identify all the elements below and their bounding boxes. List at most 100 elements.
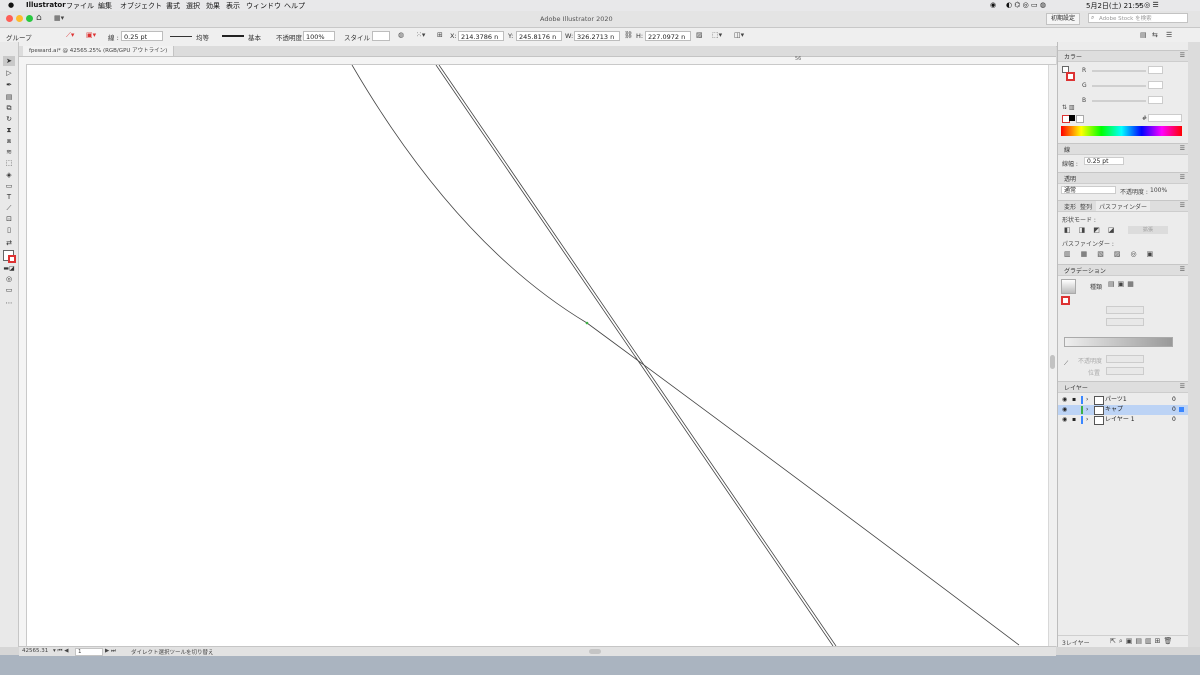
selection-tool-icon[interactable]: ➤ <box>3 56 15 66</box>
panel-menu-icon[interactable]: ☰ <box>1180 266 1185 273</box>
scale-tool-icon[interactable]: ⧈ <box>3 136 15 146</box>
gradient-panel-header[interactable]: グラデーション ☰ <box>1058 264 1189 276</box>
color-swap-icon[interactable]: ⇅ ▥ <box>1062 104 1075 111</box>
expand-chevron-icon[interactable]: › <box>1086 405 1088 415</box>
arrange-documents-icon[interactable]: ▦▾ <box>54 14 64 22</box>
pathfinder-buttons[interactable]: ▥▦▧▨◎▣ <box>1064 250 1163 258</box>
brush-definition[interactable]: 基本 <box>248 32 261 42</box>
color-mode-icon[interactable]: ▬◪ <box>3 264 15 274</box>
transparency-opacity-value[interactable]: 100% <box>1150 187 1167 194</box>
menu-help[interactable]: ヘルプ <box>284 1 305 11</box>
gradient-type-buttons[interactable]: ▤▣▦ <box>1108 280 1137 288</box>
type-tool-icon[interactable]: T <box>3 192 15 202</box>
green-slider[interactable] <box>1092 85 1146 87</box>
arrange-icon[interactable]: ◫▾ <box>734 31 744 39</box>
reference-point-icon[interactable]: ⊞ <box>437 31 443 39</box>
expand-button[interactable]: 拡張 <box>1128 226 1168 234</box>
artwork-paths[interactable] <box>27 65 1048 646</box>
swap-fill-stroke-icon[interactable]: ⇄ <box>3 238 15 248</box>
black-swatch-icon[interactable] <box>1069 115 1075 121</box>
eraser-tool-icon[interactable]: ◈ <box>3 170 15 180</box>
tab-transform[interactable]: 変形 <box>1064 202 1076 211</box>
free-transform-tool-icon[interactable]: ⬚ <box>3 158 15 168</box>
layers-panel-header[interactable]: レイヤー ☰ <box>1058 381 1189 393</box>
constrain-proportions-icon[interactable]: ⛓ <box>624 31 633 39</box>
spotlight-icon[interactable]: ⌕ ◎ ☰ <box>1138 1 1159 10</box>
color-spectrum-bar[interactable] <box>1061 126 1182 136</box>
white-swatch-icon[interactable] <box>1076 115 1084 123</box>
straight-path-b[interactable] <box>438 65 837 646</box>
gradient-stroke-icon[interactable] <box>1061 296 1070 305</box>
gradient-tool-icon[interactable]: ▤ <box>3 92 15 102</box>
workspace-switcher[interactable]: 初期設定 <box>1046 13 1081 25</box>
panel-menu-icon[interactable]: ☰ <box>1180 52 1185 59</box>
gradient-eyedropper-icon[interactable]: ⟋ <box>1064 360 1068 368</box>
rectangle-tool-icon[interactable]: ▭ <box>3 181 15 191</box>
warp-tool-icon[interactable]: ≋ <box>3 147 15 157</box>
lock-icon[interactable]: ▪ <box>1072 395 1076 405</box>
panel-menu-icon[interactable]: ☰ <box>1180 145 1185 152</box>
direct-selection-tool-icon[interactable]: ▷ <box>3 68 15 78</box>
flip-icon[interactable]: ⇆ <box>1152 31 1158 39</box>
menubar-clock[interactable]: 5月2日(土) 21:55 <box>1086 1 1144 11</box>
screen-mode-icon[interactable]: ▭ <box>3 285 15 295</box>
stroke-weight-field[interactable]: 0.25 pt <box>1084 157 1124 165</box>
control-panel-icon[interactable]: ▤ <box>1140 31 1147 39</box>
visibility-eye-icon[interactable]: ◉ <box>1062 395 1067 405</box>
vertical-ruler[interactable] <box>19 64 27 646</box>
y-field[interactable]: 245.8176 n <box>516 31 562 41</box>
close-window-button[interactable] <box>6 15 13 22</box>
edit-toolbar-icon[interactable]: ⋯ <box>3 298 15 308</box>
w-field[interactable]: 326.2713 n <box>574 31 620 41</box>
graphic-style-picker[interactable] <box>372 31 390 41</box>
pen-tool-icon[interactable]: ✒ <box>3 80 15 90</box>
artboard-number-field[interactable]: 1 <box>75 648 103 656</box>
menu-object[interactable]: オブジェクト <box>120 1 162 11</box>
gradient-slider[interactable] <box>1064 337 1173 347</box>
straight-path-a[interactable] <box>435 65 834 646</box>
menu-view[interactable]: 表示 <box>226 1 240 11</box>
color-panel-header[interactable]: カラー ☰ <box>1058 50 1189 62</box>
visibility-eye-icon[interactable]: ◉ <box>1062 415 1067 425</box>
variable-width-profile[interactable]: 均等 <box>196 32 209 42</box>
curved-path-long[interactable] <box>351 65 1020 646</box>
stroke-swatch-icon[interactable]: ▣▾ <box>86 31 96 39</box>
blue-value-field[interactable] <box>1148 96 1163 104</box>
transparency-panel-header[interactable]: 透明 ☰ <box>1058 172 1189 184</box>
gradient-thumbnail[interactable] <box>1061 279 1076 294</box>
isolate-group-icon[interactable]: ⬚▾ <box>712 31 722 39</box>
menu-select[interactable]: 選択 <box>186 1 200 11</box>
home-icon[interactable]: ⌂ <box>36 13 42 23</box>
vertical-scrollbar[interactable] <box>1048 65 1057 646</box>
symbol-sprayer-tool-icon[interactable]: ⊡ <box>3 214 15 224</box>
tab-pathfinder[interactable]: パスファインダー <box>1096 201 1151 211</box>
menu-type[interactable]: 書式 <box>166 1 180 11</box>
hex-value-field[interactable] <box>1148 114 1182 122</box>
opacity-field[interactable]: 100% <box>303 31 335 41</box>
zoom-window-button[interactable] <box>26 15 33 22</box>
layer-row[interactable]: ◉ ▪ › パーツ1 0 <box>1058 395 1189 405</box>
apple-icon[interactable]: ● <box>8 1 14 9</box>
line-icon[interactable]: ◉ <box>990 1 996 9</box>
lock-icon[interactable]: ▪ <box>1072 415 1076 425</box>
artboard-canvas[interactable] <box>27 65 1048 646</box>
artboard-tool-icon[interactable]: ▯ <box>3 225 15 235</box>
h-field[interactable]: 227.0972 n <box>645 31 691 41</box>
artboard-nav-icon[interactable]: ▶ ⏭ <box>105 648 116 655</box>
red-slider[interactable] <box>1092 70 1146 72</box>
vertical-scroll-thumb[interactable] <box>1050 355 1055 369</box>
red-value-field[interactable] <box>1148 66 1163 74</box>
stroke-color-icon[interactable] <box>8 255 16 263</box>
stroke-panel-header[interactable]: 線 ☰ <box>1058 143 1189 155</box>
shape-builder-tool-icon[interactable]: ⧉ <box>3 103 15 113</box>
panel-menu-icon[interactable]: ☰ <box>1180 202 1185 209</box>
layer-action-buttons[interactable]: ⇱⌕▣▤▥⊞🗑 <box>1110 637 1175 646</box>
horizontal-scroll-thumb[interactable] <box>589 649 601 654</box>
anchor-point[interactable] <box>585 321 589 325</box>
visibility-eye-icon[interactable]: ◉ <box>1062 405 1067 415</box>
menu-edit[interactable]: 編集 <box>98 1 112 11</box>
shape-mode-buttons[interactable]: ◧◨◩◪ <box>1064 226 1122 234</box>
status-icons[interactable]: ◐ ⌬ ◎ ▭ ◍ <box>1006 1 1046 9</box>
align-grid-icon[interactable]: ⁙▾ <box>416 31 425 39</box>
green-value-field[interactable] <box>1148 81 1163 89</box>
